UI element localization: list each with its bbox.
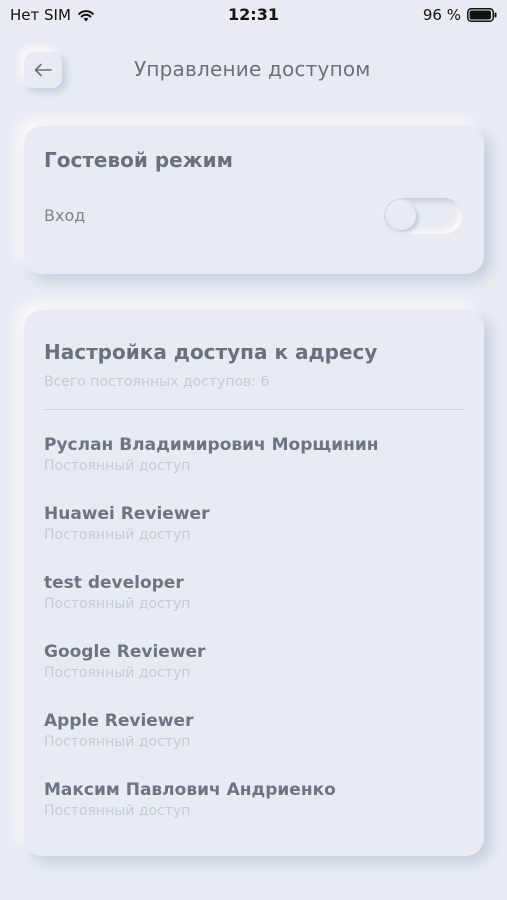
user-list-item[interactable]: Руслан Владимирович Морщинин Постоянный … [44, 434, 464, 503]
status-bar: Нет SIM 12:31 96 % [0, 0, 507, 30]
user-list-item[interactable]: Максим Павлович Андриенко Постоянный дос… [44, 779, 464, 848]
guest-mode-toggle[interactable] [384, 198, 462, 234]
user-list-item[interactable]: test developer Постоянный доступ [44, 572, 464, 641]
user-name: Huawei Reviewer [44, 504, 210, 524]
user-name: test developer [44, 573, 184, 593]
divider [44, 409, 464, 410]
user-access-status: Постоянный доступ [44, 596, 191, 612]
address-access-title: Настройка доступа к адресу [44, 340, 378, 364]
address-access-card: Настройка доступа к адресу Всего постоян… [24, 310, 484, 856]
user-name: Максим Павлович Андриенко [44, 780, 336, 800]
guest-entry-label: Вход [44, 206, 86, 225]
user-name: Google Reviewer [44, 642, 206, 662]
user-list-item[interactable]: Google Reviewer Постоянный доступ [44, 641, 464, 710]
user-name: Apple Reviewer [44, 711, 194, 731]
toggle-knob [388, 202, 416, 230]
back-button[interactable] [24, 52, 62, 88]
user-list: Руслан Владимирович Морщинин Постоянный … [44, 434, 464, 848]
user-access-status: Постоянный доступ [44, 527, 191, 543]
battery-icon [467, 8, 497, 22]
guest-mode-title: Гостевой режим [44, 148, 234, 172]
arrow-left-icon [34, 63, 52, 77]
battery-info: 96 % [423, 6, 497, 24]
guest-mode-card: Гостевой режим Вход [24, 126, 484, 274]
user-list-item[interactable]: Apple Reviewer Постоянный доступ [44, 710, 464, 779]
user-access-status: Постоянный доступ [44, 734, 191, 750]
user-access-status: Постоянный доступ [44, 458, 191, 474]
user-access-status: Постоянный доступ [44, 803, 191, 819]
screen: Нет SIM 12:31 96 % Управление доступом Г… [0, 0, 507, 900]
user-list-item[interactable]: Huawei Reviewer Постоянный доступ [44, 503, 464, 572]
page-title: Управление доступом [134, 57, 371, 81]
user-access-status: Постоянный доступ [44, 665, 191, 681]
access-count: Всего постоянных доступов: 6 [44, 374, 270, 390]
battery-percent: 96 % [422, 6, 461, 24]
user-name: Руслан Владимирович Морщинин [44, 435, 379, 455]
